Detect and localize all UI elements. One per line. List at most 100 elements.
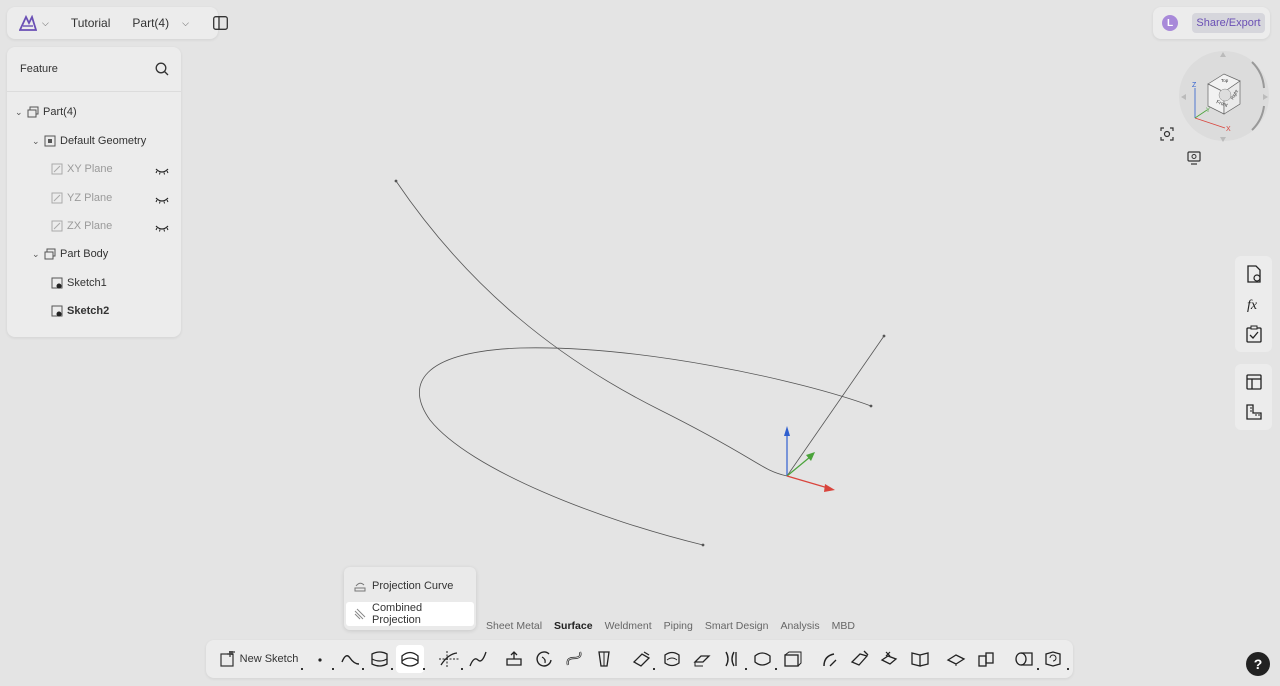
unroll-surface-button[interactable]	[1012, 645, 1039, 673]
projection-tool-button[interactable]	[396, 645, 425, 673]
chevron-down-icon[interactable]: ⌵	[42, 18, 49, 29]
menu-item-projection-curve[interactable]: Projection Curve	[346, 574, 474, 598]
eye-closed-icon[interactable]	[155, 224, 169, 232]
new-sketch-button[interactable]: New Sketch	[219, 645, 303, 673]
loft-surface-button[interactable]	[592, 645, 616, 673]
move-face-button[interactable]	[974, 645, 998, 673]
stitch-surface-button[interactable]	[908, 645, 932, 673]
tab-piping[interactable]: Piping	[658, 620, 699, 636]
curve-endpoint	[869, 404, 873, 408]
sketch-line	[786, 335, 885, 477]
workbench-tabs: Sheet Metal Surface Weldment Piping Smar…	[480, 620, 861, 636]
more-indicator	[461, 668, 463, 670]
origin-triad	[784, 426, 835, 492]
extrude-surface-icon	[506, 651, 522, 666]
fit-view-icon[interactable]	[1160, 127, 1174, 141]
tab-sheet-metal[interactable]: Sheet Metal	[480, 620, 548, 636]
extend-surface-icon	[693, 655, 711, 667]
curve-tool-button[interactable]	[339, 645, 364, 673]
tree-item-default-geometry[interactable]: ⌄ Default Geometry	[32, 131, 146, 151]
surface-curve-tool-button[interactable]	[368, 645, 393, 673]
menu-item-label: Combined Projection	[372, 602, 423, 626]
viewport-canvas[interactable]	[0, 0, 1280, 686]
app-logo-icon[interactable]	[19, 13, 37, 33]
chevron-down-icon[interactable]: ⌄	[15, 107, 25, 118]
offset-surface-button[interactable]	[630, 645, 655, 673]
intersection-curve-icon	[439, 651, 459, 667]
offset-surface-icon	[632, 651, 651, 667]
thicken-surface-button[interactable]	[780, 645, 804, 673]
cube-face-top[interactable]: Top	[1221, 78, 1229, 83]
panel-toggle-icon[interactable]	[212, 16, 228, 30]
display-mode-icon[interactable]	[1187, 151, 1201, 165]
chevron-down-icon: ⌵	[182, 17, 189, 28]
projection-dropdown-menu: Projection Curve Combined Projection	[344, 567, 476, 630]
tree-item-xy-plane[interactable]: XY Plane	[49, 159, 113, 179]
sketch-icon	[51, 277, 63, 289]
eye-closed-icon[interactable]	[155, 196, 169, 204]
plane-icon	[51, 220, 63, 232]
sweep-surface-button[interactable]	[562, 645, 586, 673]
curve-endpoint	[701, 543, 705, 547]
tab-analysis[interactable]: Analysis	[774, 620, 825, 636]
share-export-button[interactable]: Share/Export	[1192, 13, 1265, 33]
trim-surface-icon	[754, 652, 771, 666]
tree-item-yz-plane[interactable]: YZ Plane	[49, 188, 112, 208]
tree-item-label: Sketch1	[67, 277, 107, 289]
tree-item-zx-plane[interactable]: ZX Plane	[49, 216, 112, 236]
tree-item-part-body[interactable]: ⌄ Part Body	[32, 244, 108, 264]
replace-face-button[interactable]	[944, 645, 968, 673]
geometry-icon	[44, 135, 56, 147]
help-button[interactable]: ?	[1246, 652, 1270, 676]
surface-tools-more-button[interactable]	[1042, 645, 1069, 673]
ruled-surface-button[interactable]	[818, 645, 842, 673]
plane-icon	[51, 163, 63, 175]
new-sketch-label: New Sketch	[239, 653, 299, 665]
chevron-down-icon[interactable]: ⌄	[32, 136, 42, 147]
projection-curve	[419, 347, 872, 546]
menu-item-combined-projection[interactable]: Combined Projection	[346, 602, 474, 626]
delete-face-button[interactable]	[878, 645, 902, 673]
view-cube[interactable]: Front Top Right Z Y X	[1172, 48, 1272, 146]
move-face-icon	[978, 652, 994, 667]
tree-item-sketch1[interactable]: Sketch1	[49, 273, 107, 293]
more-indicator	[391, 668, 393, 670]
tab-mbd[interactable]: MBD	[826, 620, 861, 636]
tree-item-label: Part(4)	[43, 106, 77, 118]
extrude-surface-button[interactable]	[502, 645, 526, 673]
avatar[interactable]: L	[1162, 15, 1178, 31]
boundary-surface-button[interactable]	[848, 645, 872, 673]
checklist-icon[interactable]	[1235, 319, 1272, 349]
spline-tool-button[interactable]	[466, 645, 490, 673]
trim-surface-button[interactable]	[750, 645, 777, 673]
tab-surface[interactable]: Surface	[548, 620, 599, 636]
project-name[interactable]: Tutorial	[71, 16, 111, 30]
projection-icon	[401, 651, 419, 667]
tab-smart-design[interactable]: Smart Design	[699, 620, 775, 636]
extend-surface-button[interactable]	[690, 645, 714, 673]
split-surface-button[interactable]	[720, 645, 747, 673]
tree-item-part[interactable]: ⌄ Part(4)	[15, 102, 77, 122]
revolve-surface-button[interactable]	[532, 645, 556, 673]
properties-panel-icon[interactable]	[1235, 367, 1272, 397]
more-indicator	[1067, 668, 1069, 670]
function-icon[interactable]: fx	[1235, 289, 1272, 319]
curve-endpoint	[394, 179, 398, 183]
measure-icon[interactable]	[1235, 397, 1272, 427]
tree-item-sketch2[interactable]: Sketch2	[49, 301, 109, 321]
point-tool-button[interactable]	[311, 645, 334, 673]
document-settings-icon[interactable]	[1235, 259, 1272, 289]
chevron-down-icon[interactable]: ⌄	[32, 249, 42, 260]
search-icon[interactable]	[155, 62, 169, 76]
unroll-surface-icon	[1015, 652, 1033, 666]
more-indicator	[332, 668, 334, 670]
loft-surface-icon	[598, 651, 610, 667]
fill-surface-button[interactable]	[660, 645, 684, 673]
document-selector[interactable]: Part(4) ⌵	[132, 16, 189, 30]
tab-weldment[interactable]: Weldment	[599, 620, 658, 636]
eye-closed-icon[interactable]	[155, 167, 169, 175]
top-bar: ⌵ Tutorial Part(4) ⌵	[7, 7, 228, 39]
intersection-tool-button[interactable]	[436, 645, 463, 673]
feature-panel-title: Feature	[20, 63, 58, 75]
body-icon	[44, 248, 56, 260]
